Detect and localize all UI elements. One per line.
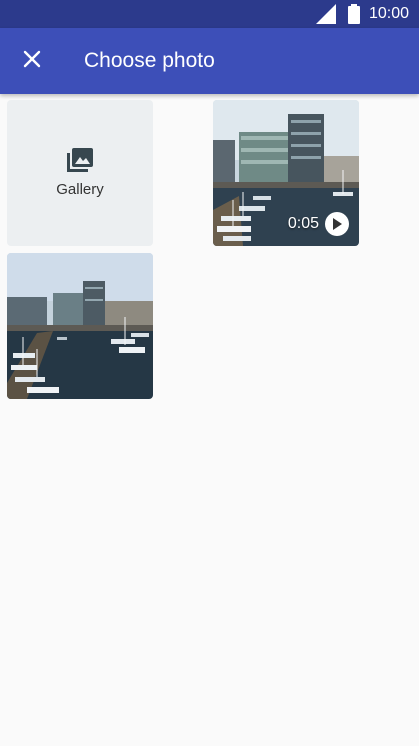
gallery-button[interactable]: Gallery (7, 100, 153, 246)
status-bar: 10:00 (0, 0, 419, 28)
page-title: Choose photo (84, 49, 215, 72)
harbor-image (7, 253, 153, 399)
photo-library-icon (67, 148, 93, 177)
app-bar: Choose photo (0, 28, 419, 94)
video-overlay: 0:05 (288, 212, 349, 236)
close-button[interactable] (14, 43, 50, 79)
battery-icon (348, 4, 360, 29)
photo-thumbnail[interactable] (7, 253, 153, 399)
gallery-label: Gallery (56, 181, 104, 198)
video-thumbnail[interactable]: 0:05 (213, 100, 359, 246)
video-duration: 0:05 (287, 215, 319, 232)
signal-icon (316, 4, 336, 29)
status-time: 10:00 (368, 5, 409, 22)
play-icon (325, 212, 349, 236)
close-icon (23, 50, 41, 73)
